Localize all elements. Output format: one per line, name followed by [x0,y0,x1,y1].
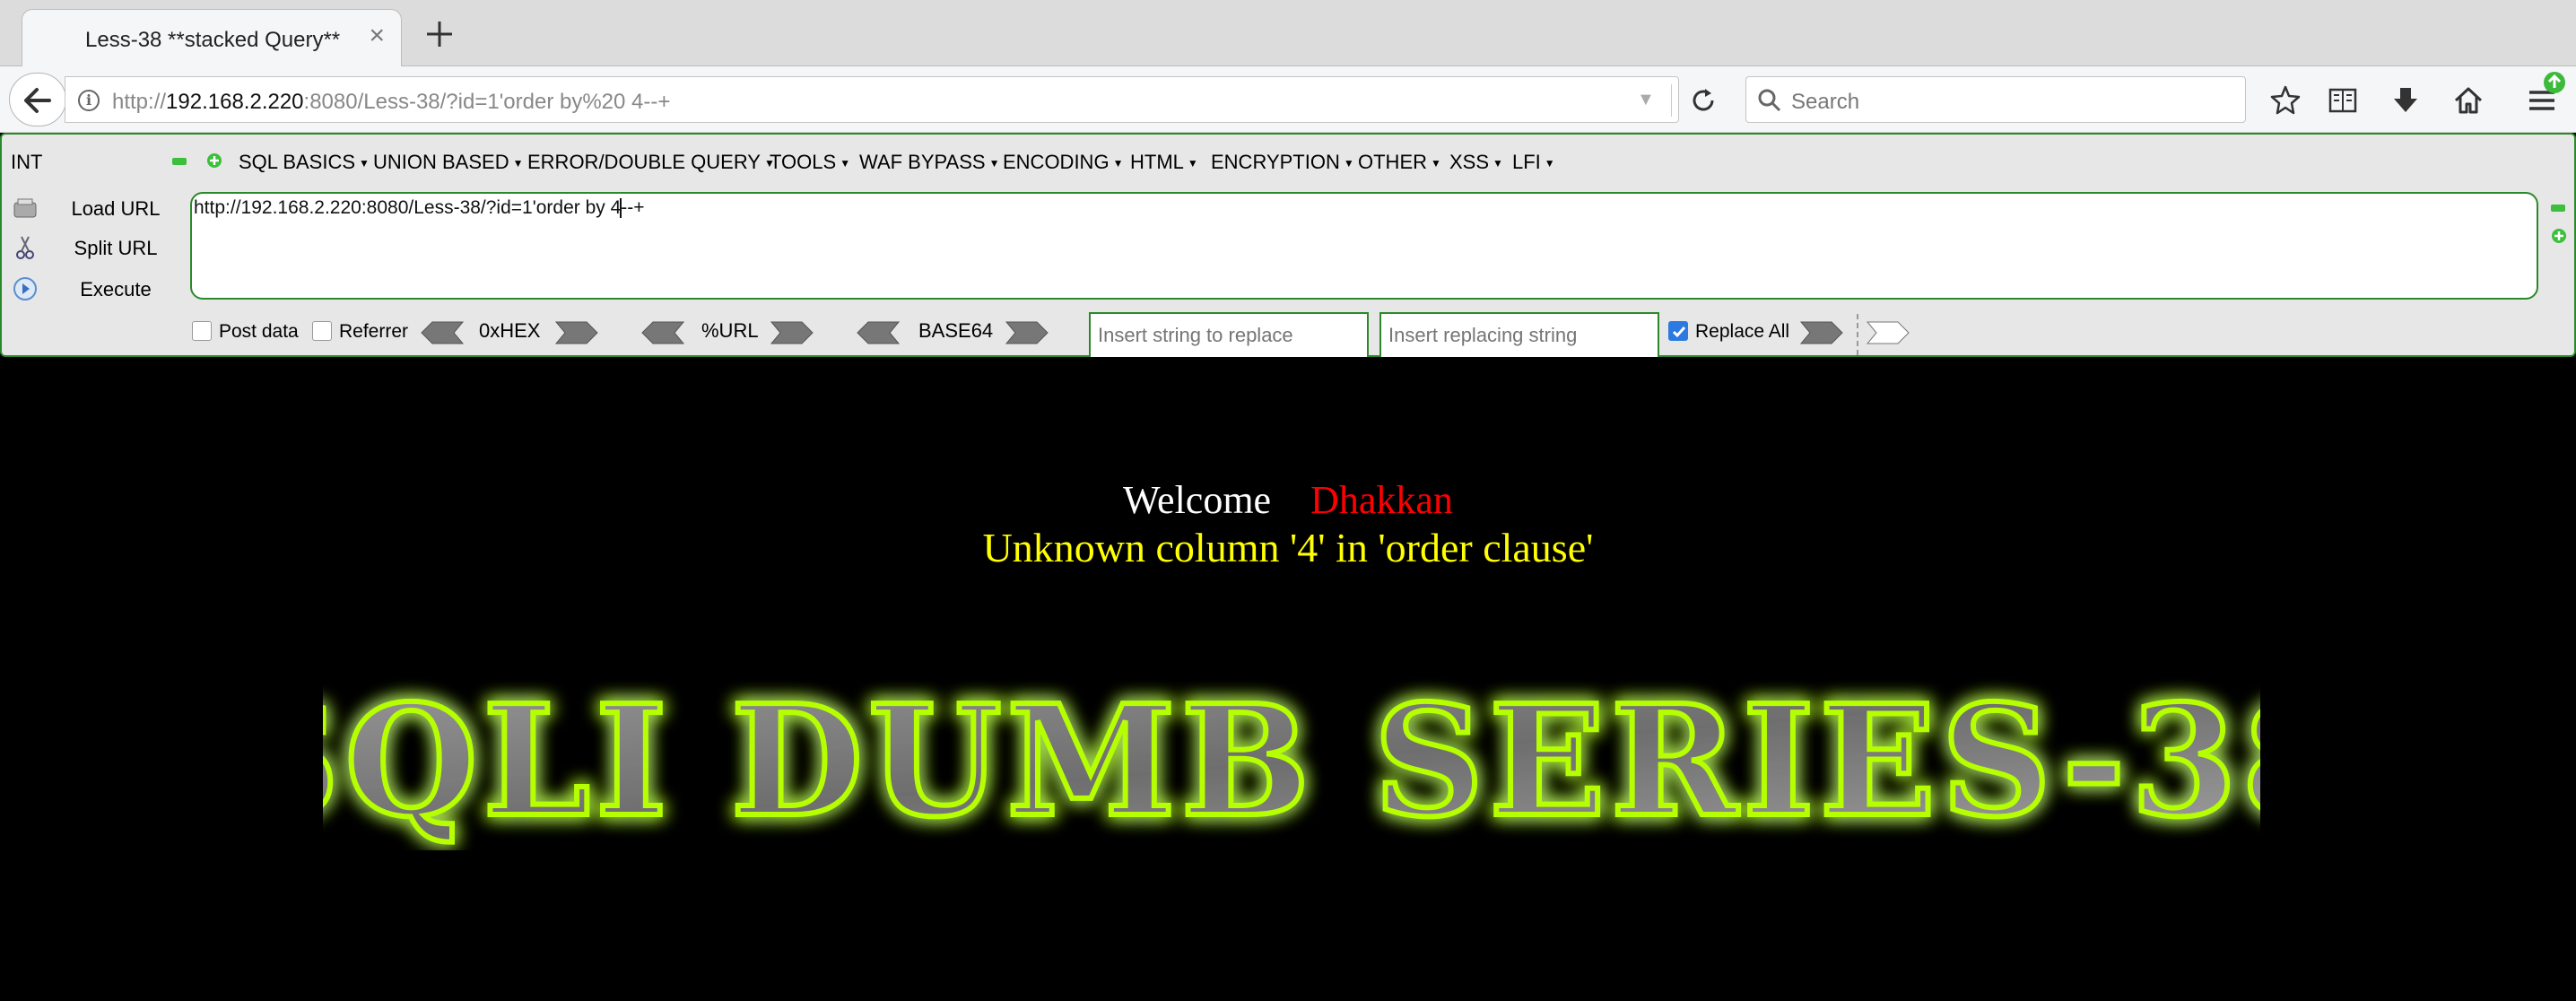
menu-encoding[interactable]: ENCODING ▼ [1003,151,1123,174]
replace-string-input[interactable] [1089,312,1369,359]
series-banner-logo: SQLI DUMB SERIES-38 [323,671,2260,850]
menu-tools[interactable]: TOOLS ▼ [770,151,850,174]
menu-waf-bypass[interactable]: WAF BYPASS ▼ [859,151,999,174]
menu-html[interactable]: HTML ▼ [1130,151,1198,174]
menu-other[interactable]: OTHER ▼ [1358,151,1441,174]
search-bar[interactable]: Search [1745,76,2246,123]
grow-textarea-icon[interactable] [2551,228,2567,244]
menu-error-double-query[interactable]: ERROR/DOUBLE QUERY ▼ [527,151,775,174]
bookmark-star-icon[interactable] [2269,84,2302,117]
post-data-checkbox[interactable] [192,321,212,341]
page-content: Welcome Dhakkan Unknown column '4' in 'or… [0,357,2576,1001]
new-tab-icon[interactable] [422,16,457,52]
address-bar[interactable]: i http://192.168.2.220:8080/Less-38/?id=… [65,76,1714,123]
error-message: Unknown column '4' in 'order clause' [982,525,1594,570]
search-icon [1758,89,1781,112]
scissors-icon [16,236,34,259]
collapse-icon[interactable] [172,158,187,165]
shrink-textarea-icon[interactable] [2551,205,2565,212]
address-url: http://192.168.2.220:8080/Less-38/?id=1'… [112,90,671,114]
replacing-string-input[interactable] [1379,312,1659,359]
execute-button[interactable]: Execute [13,273,174,305]
back-arrow-icon [24,88,51,113]
load-url-icon [13,198,37,218]
replace-execute-icon[interactable] [1799,319,1844,346]
update-badge-icon [2544,72,2565,93]
menu-xss[interactable]: XSS ▼ [1449,151,1503,174]
tab-strip: Less-38 **stacked Query** × [0,0,2576,68]
referrer-checkbox[interactable] [312,321,332,341]
hackbar-url-textarea[interactable]: http://192.168.2.220:8080/Less-38/?id=1'… [190,192,2538,300]
referrer-label: Referrer [339,321,409,342]
menu-sql-basics[interactable]: SQL BASICS ▼ [239,151,370,174]
int-label: INT [11,151,43,173]
reload-icon[interactable] [1689,86,1718,115]
tab-title: Less-38 **stacked Query** [85,28,341,52]
download-icon[interactable] [2389,84,2422,117]
navigation-bar: i http://192.168.2.220:8080/Less-38/?id=… [0,66,2576,133]
extra-action-icon[interactable] [1866,319,1910,346]
post-data-label: Post data [219,321,299,342]
search-placeholder: Search [1791,90,1860,114]
load-url-button[interactable]: Load URL [13,192,174,224]
hex-label: 0xHEX [479,319,541,342]
hackbar-panel: INT SQL BASICS ▼ UNION BASED ▼ ERROR/DOUBL… [0,133,2576,359]
url-label: %URL [701,319,759,342]
tab-close-icon[interactable]: × [369,22,385,49]
hex-encode-left-icon[interactable] [420,319,465,346]
url-encode-left-icon[interactable] [640,319,685,346]
options-separator [1857,314,1858,355]
hackbar-options-row: Post data Referrer 0xHEX %URL BASE64 Rep… [2,309,2576,359]
url-decode-right-icon[interactable] [770,319,814,346]
replace-all-checkbox[interactable] [1668,321,1688,341]
split-url-button[interactable]: Split URL [13,231,174,264]
home-icon[interactable] [2452,84,2485,117]
welcome-line: Welcome Dhakkan [0,477,2576,523]
user-name: Dhakkan [1310,478,1453,522]
expand-icon[interactable] [206,152,222,169]
base64-encode-left-icon[interactable] [856,319,901,346]
play-icon [13,277,37,300]
base64-decode-right-icon[interactable] [1005,319,1049,346]
base64-label: BASE64 [918,319,994,342]
svg-text:SQLI DUMB SERIES-38: SQLI DUMB SERIES-38 [323,672,2260,850]
reading-list-icon[interactable] [2327,84,2359,117]
back-button[interactable] [9,73,66,126]
menu-union-based[interactable]: UNION BASED ▼ [373,151,523,174]
menu-lfi[interactable]: LFI ▼ [1512,151,1555,174]
welcome-text: Welcome [1123,478,1272,522]
replace-all-label: Replace All [1695,321,1790,342]
hex-decode-right-icon[interactable] [554,319,599,346]
url-dropdown-icon[interactable]: ▼ [1637,90,1655,110]
menu-encryption[interactable]: ENCRYPTION ▼ [1211,151,1354,174]
checkmark-icon [1672,326,1686,338]
url-separator [1671,84,1672,117]
browser-tab[interactable]: Less-38 **stacked Query** × [22,9,402,68]
info-icon[interactable]: i [78,90,100,111]
